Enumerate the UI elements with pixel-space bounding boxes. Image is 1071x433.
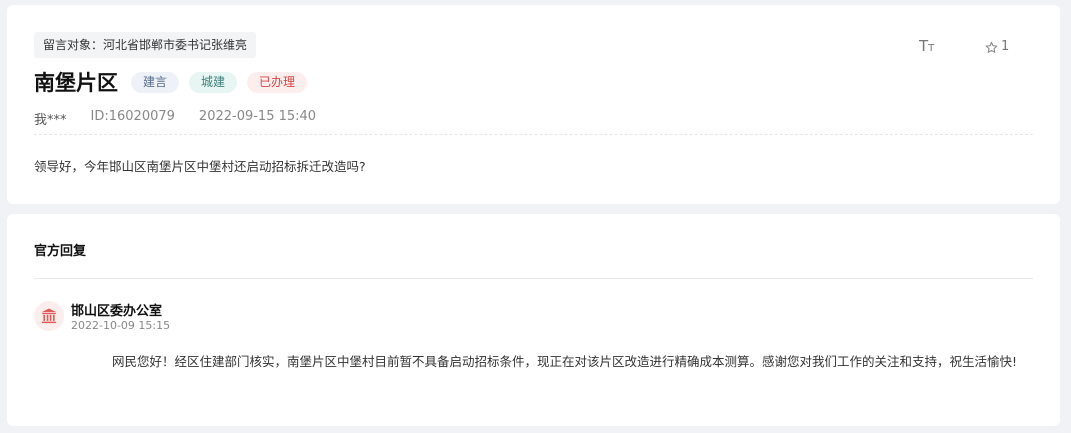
title-row: 南堡片区 建言 城建 已办理 bbox=[34, 67, 317, 97]
font-size-icon: TT bbox=[919, 36, 935, 55]
divider bbox=[34, 134, 1033, 135]
avatar bbox=[34, 301, 64, 331]
reply-time: 2022-10-09 15:15 bbox=[71, 319, 171, 332]
government-building-icon bbox=[41, 308, 57, 324]
tag-construction: 城建 bbox=[189, 71, 238, 93]
message-content: 领导好，今年邯山区南堡片区中堡村还启动招标拆迁改造吗? bbox=[34, 159, 366, 174]
message-id: ID:16020079 bbox=[90, 109, 175, 124]
reply-org-name: 邯山区委办公室 bbox=[71, 304, 163, 319]
star-icon bbox=[985, 41, 998, 53]
reply-content: 网民您好！经区住建部门核实，南堡片区中堡村目前暂不具备启动招标条件，现正在对该片… bbox=[112, 354, 1018, 369]
status-badge: 已办理 bbox=[247, 71, 308, 93]
favorite-button[interactable]: 1 bbox=[985, 37, 1009, 57]
favorite-count: 1 bbox=[1001, 39, 1010, 54]
message-card: 留言对象：河北省邯郸市委书记张维亮 TT 1 南堡片区 建言 城建 已办理 我*… bbox=[7, 5, 1060, 204]
message-meta: 我*** ID:16020079 2022-09-15 15:40 bbox=[34, 109, 316, 128]
recipient-label: 留言对象：河北省邯郸市委书记张维亮 bbox=[34, 32, 257, 58]
author-name: 我*** bbox=[34, 113, 67, 128]
font-size-button[interactable]: TT bbox=[919, 37, 934, 57]
section-title: 官方回复 bbox=[34, 244, 87, 259]
tag-suggestion: 建言 bbox=[131, 71, 180, 93]
message-title: 南堡片区 bbox=[34, 71, 118, 95]
divider bbox=[34, 278, 1033, 279]
official-reply-card: 官方回复 邯山区委办公室 2022-10-09 15:15 网民您好！经区住建部… bbox=[7, 214, 1060, 426]
message-time: 2022-09-15 15:40 bbox=[198, 109, 317, 124]
